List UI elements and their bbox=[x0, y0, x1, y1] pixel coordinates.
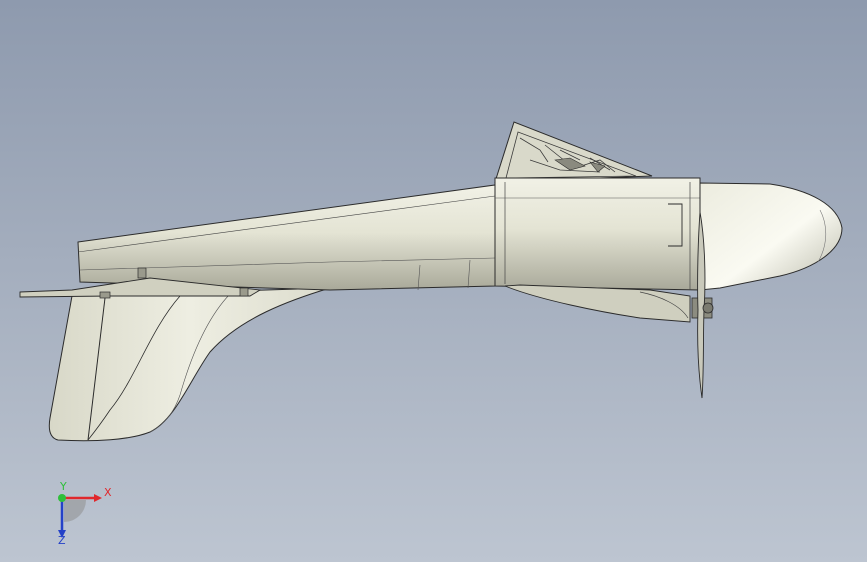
forward-fuselage[interactable] bbox=[494, 177, 701, 291]
canopy-frame[interactable] bbox=[494, 121, 653, 183]
vertical-fin[interactable] bbox=[48, 287, 331, 442]
y-axis-label: Y bbox=[59, 480, 67, 493]
z-axis-label: Z bbox=[58, 534, 66, 544]
graphics-viewport[interactable]: X Y Z bbox=[0, 0, 867, 562]
aircraft-model[interactable] bbox=[0, 0, 867, 562]
x-axis-arrowhead bbox=[94, 494, 102, 502]
triad-plane-shade bbox=[64, 500, 86, 522]
belly-pod[interactable] bbox=[504, 284, 713, 323]
x-axis-label: X bbox=[104, 486, 112, 499]
y-axis-dot bbox=[58, 494, 66, 502]
nose-cone[interactable] bbox=[699, 182, 843, 291]
orientation-triad: X Y Z bbox=[58, 480, 112, 544]
